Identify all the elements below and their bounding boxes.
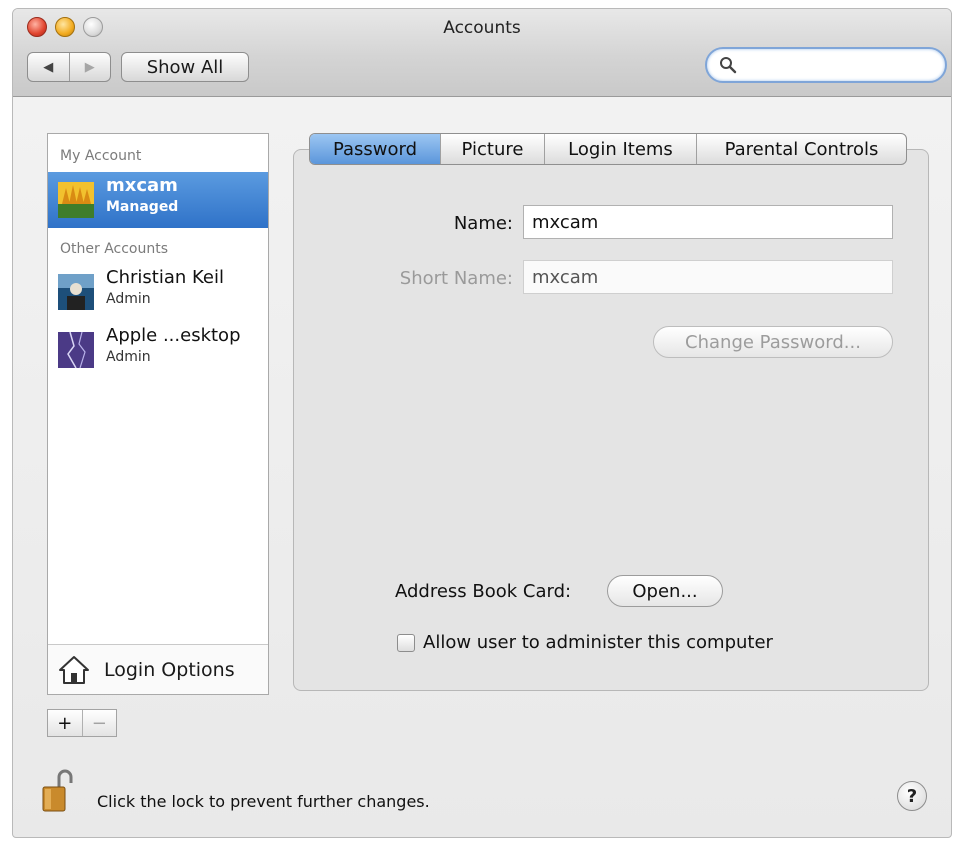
other-accounts-header: Other Accounts — [60, 241, 169, 257]
account-tabs: Password Picture Login Items Parental Co… — [309, 133, 907, 165]
show-all-button[interactable]: Show All — [121, 52, 249, 82]
remove-account-button[interactable]: − — [81, 710, 117, 736]
address-book-label: Address Book Card: — [395, 581, 572, 602]
name-label: Name: — [453, 213, 513, 234]
unlocked-lock-icon[interactable] — [41, 769, 73, 813]
accounts-window: Accounts ◀ ▶ Show All My Account mxcam M… — [12, 8, 952, 838]
short-name-label: Short Name: — [399, 268, 513, 289]
help-button[interactable]: ? — [897, 781, 927, 811]
lock-message: Click the lock to prevent further change… — [97, 792, 430, 811]
house-icon — [59, 656, 89, 684]
change-password-button[interactable]: Change Password... — [653, 326, 893, 358]
account-role: Admin — [106, 349, 151, 365]
account-role: Admin — [106, 291, 151, 307]
user-photo-avatar-icon — [58, 274, 94, 310]
login-options-label: Login Options — [104, 659, 235, 681]
search-icon — [720, 57, 737, 74]
allow-admin-label: Allow user to administer this computer — [423, 632, 773, 653]
account-name: Apple ...esktop — [106, 325, 241, 346]
my-account-header: My Account — [60, 148, 142, 164]
login-options-item[interactable]: Login Options — [48, 644, 268, 694]
tab-password[interactable]: Password — [310, 134, 440, 164]
open-address-book-button[interactable]: Open... — [607, 575, 723, 607]
tab-login-items[interactable]: Login Items — [544, 134, 696, 164]
account-item-apple-remote-desktop[interactable]: Apple ...esktop Admin — [48, 322, 268, 378]
short-name-field: mxcam — [523, 260, 893, 294]
lightning-avatar-icon — [58, 332, 94, 368]
accounts-list: My Account mxcam Managed Other Accounts — [47, 133, 269, 695]
allow-admin-checkbox[interactable] — [397, 634, 415, 652]
search-field[interactable] — [705, 47, 947, 83]
tab-parental-controls[interactable]: Parental Controls — [696, 134, 906, 164]
tab-picture[interactable]: Picture — [440, 134, 544, 164]
add-account-button[interactable]: + — [48, 710, 82, 736]
account-item-mxcam[interactable]: mxcam Managed — [48, 172, 268, 228]
sunflower-avatar-icon — [58, 182, 94, 218]
add-remove-account-control: + − — [47, 709, 117, 737]
toolbar: Accounts ◀ ▶ Show All — [13, 9, 951, 97]
account-item-christian-keil[interactable]: Christian Keil Admin — [48, 264, 268, 320]
account-role: Managed — [106, 199, 179, 215]
back-forward-control: ◀ ▶ — [27, 52, 111, 82]
account-name: Christian Keil — [106, 267, 224, 288]
account-name: mxcam — [106, 175, 178, 196]
window-title: Accounts — [443, 18, 521, 38]
back-button[interactable]: ◀ — [28, 53, 69, 81]
name-field[interactable]: mxcam — [523, 205, 893, 239]
forward-button[interactable]: ▶ — [68, 53, 111, 81]
